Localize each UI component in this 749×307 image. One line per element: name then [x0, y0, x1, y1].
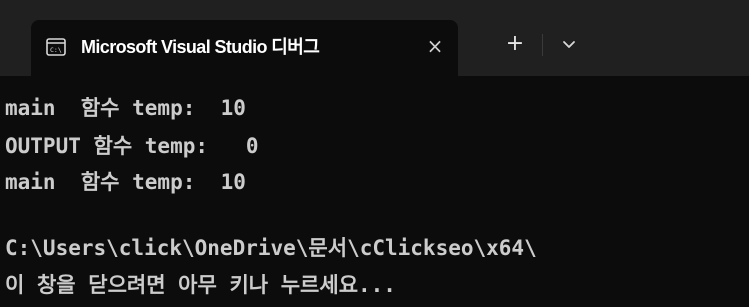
svg-text:C:\: C:\: [50, 46, 62, 54]
console-output[interactable]: main 함수 temp: 10 OUTPUT 함수 temp: 0 main …: [0, 76, 749, 307]
console-line: C:\Users\click\OneDrive\문서\cClickseo\x64…: [5, 236, 537, 260]
console-line: OUTPUT 함수 temp: 0: [5, 134, 259, 158]
console-line: 이 창을 닫으려면 아무 키나 누르세요...: [5, 273, 396, 297]
terminal-window: C:\ Microsoft Visual Studio 디버그 × + main…: [0, 0, 749, 307]
new-tab-button[interactable]: +: [502, 31, 528, 57]
titlebar-divider: [542, 34, 543, 56]
title-bar: C:\ Microsoft Visual Studio 디버그 × +: [0, 0, 749, 76]
tab-title: Microsoft Visual Studio 디버그: [81, 37, 320, 57]
chevron-down-icon[interactable]: [558, 33, 580, 55]
console-line: main 함수 temp: 10: [5, 96, 246, 120]
console-line: main 함수 temp: 10: [5, 170, 246, 194]
close-tab-button[interactable]: ×: [423, 34, 447, 58]
console-window-icon: C:\: [46, 38, 66, 56]
tab-debug-console[interactable]: C:\ Microsoft Visual Studio 디버그 ×: [31, 20, 458, 76]
